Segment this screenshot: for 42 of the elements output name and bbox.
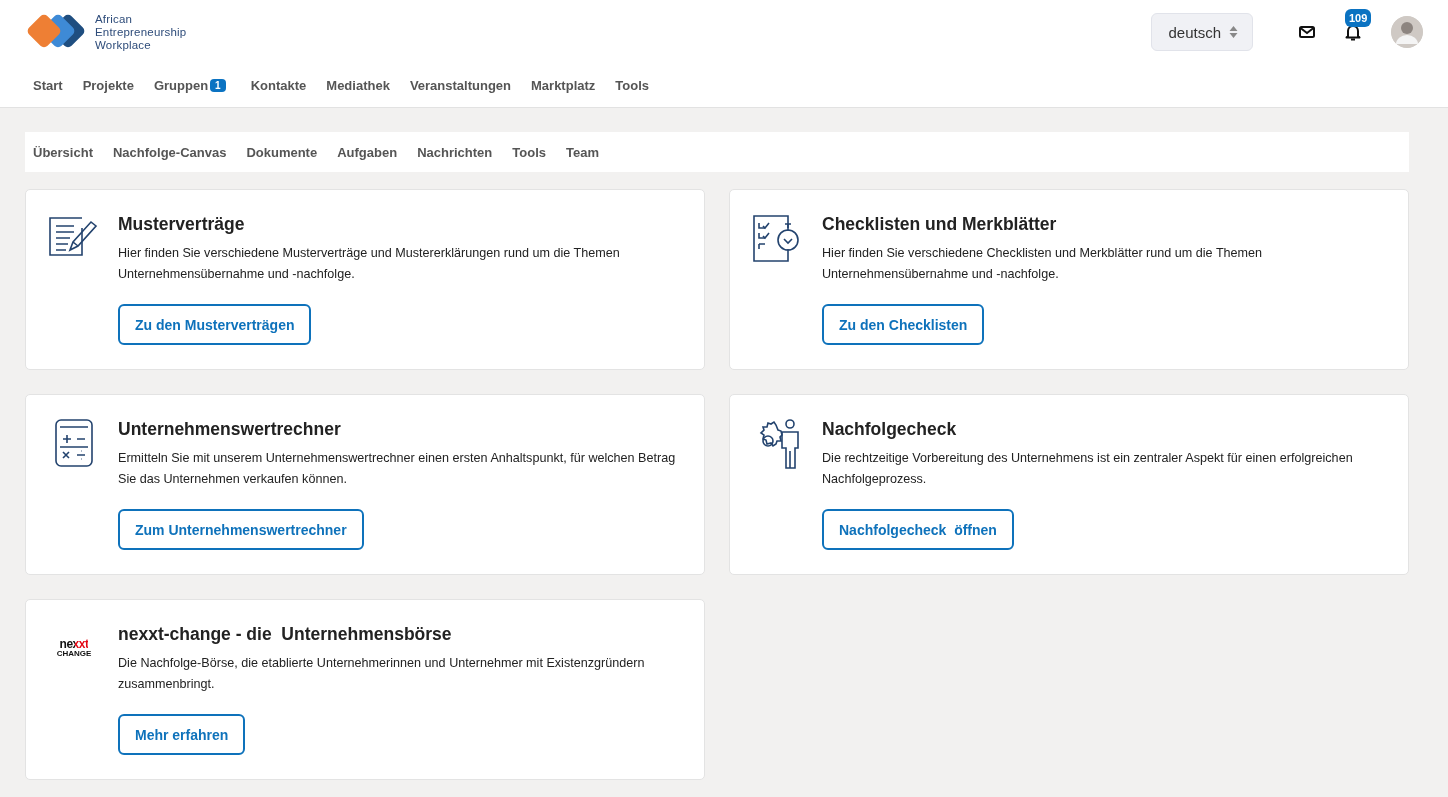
mail-icon[interactable] [1299,26,1315,38]
sub-nav-link[interactable]: Dokumente [246,144,318,160]
nav-link[interactable]: Tools [615,78,649,93]
card-button[interactable]: Zu den Checklisten [822,304,985,345]
nav-link[interactable]: Kontakte [250,78,307,93]
card-description: Ermitteln Sie mit unserem Unternehmenswertrechner einen ersten Anhaltspunkt, für welchen Betrag Sie das Unternehmen verkaufen können. [118,450,677,488]
card-description: Hier finden Sie verschiedene Checklisten und Merkblätter rund um die Themen Unternehmensübernahme und -nachfolge. [822,245,1264,283]
logo-text: Entrepreneurship [95,25,187,39]
card-button[interactable]: Nachfolgecheck öffnen [822,509,1014,550]
card-button[interactable]: Zu den Musterverträgen [118,304,312,345]
card-button[interactable]: Mehr erfahren [118,714,246,755]
notification-badge: 109 [1345,8,1372,27]
sub-nav-link[interactable]: Nachfolge-Canvas [112,144,227,160]
nav-link[interactable]: Gruppen [153,78,209,93]
sort-caret-icon [1229,25,1238,39]
logo-text: Workplace [95,38,152,52]
card-title: Nachfolgecheck [822,419,958,440]
card-description: Die Nachfolge-Börse, die etablierte Unternehmerinnen und Unternehmer mit Existenzgründern zusammenbringt. [118,655,646,693]
nav-link[interactable]: Start [33,78,63,93]
logo-text: African [95,12,134,26]
nav-link[interactable]: Veranstaltungen [409,78,511,93]
sub-nav-link[interactable]: Nachrichten [417,144,493,160]
nav-link[interactable]: Mediathek [326,78,390,93]
document-pen-icon [48,214,100,258]
sub-nav-link[interactable]: Aufgaben [337,144,398,160]
logo-drawing: nexxt CHANGE [56,638,92,660]
card-button[interactable]: Zum Unternehmenswertrechner [118,509,364,550]
card-title: Unternehmenswertrechner [118,419,342,440]
nav-link[interactable]: Projekte [82,78,134,93]
count-badge: 1 [210,79,226,92]
nav-link[interactable]: Marktplatz [531,78,596,93]
card-description: Die rechtzeitige Vorbereitung des Unternehmens ist ein zentraler Aspekt für einen erfolgreichen Nachfolgeprozess. [822,450,1354,488]
calculator-icon [54,419,94,467]
language-select[interactable]: deutsch [1151,13,1253,51]
sub-nav-link[interactable]: Übersicht [33,144,93,160]
card-title: Checklisten und Merkblätter [822,214,1058,235]
avatar[interactable] [1391,16,1423,48]
card-title: nexxt-change - die Unternehmensbörse [118,624,453,645]
card-description: Hier finden Sie verschiedene Musterverträge und Mustererklärungen rund um die Themen Unternehmensübernahme und -nachfolge. [118,245,621,283]
sub-nav-link[interactable]: Tools [512,144,546,160]
card-title: Musterverträge [118,214,246,235]
sub-nav-link[interactable]: Team [566,144,599,160]
